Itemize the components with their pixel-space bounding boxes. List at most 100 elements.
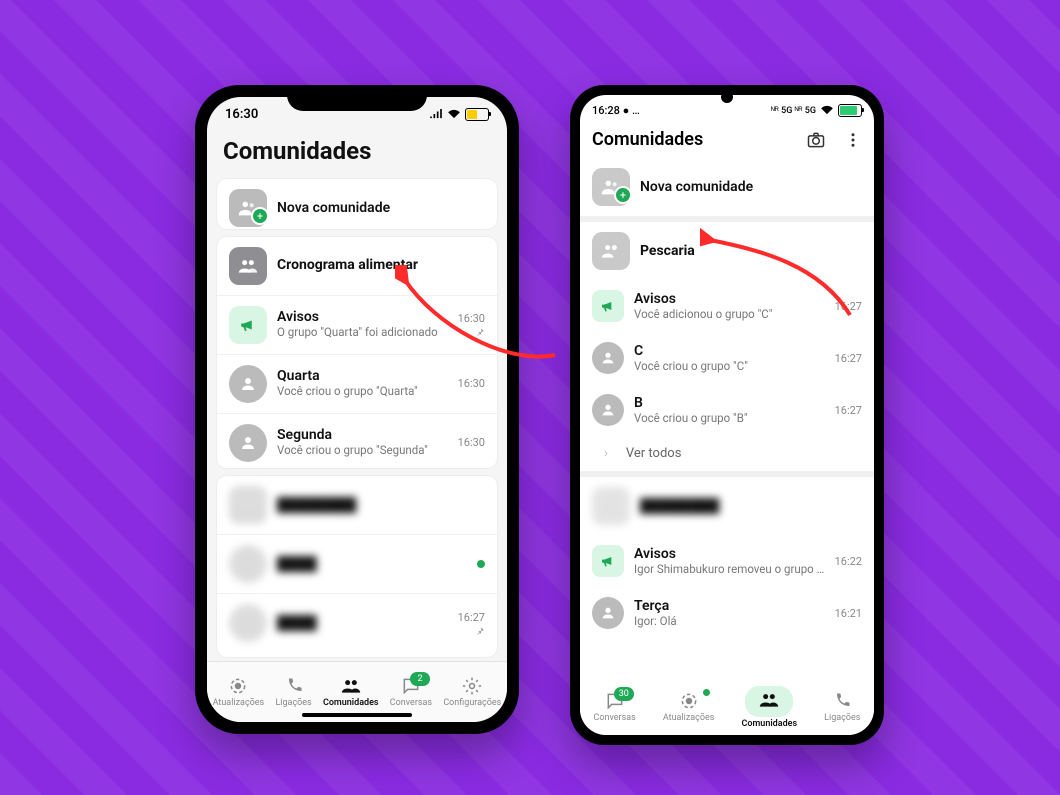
tab-updates[interactable]: Atualizações: [213, 676, 265, 708]
status-time: 16:30: [225, 107, 258, 122]
bottom-tab-bar: 30 Conversas Atualizações Comunidades: [580, 679, 874, 735]
tab-label: Atualizações: [663, 713, 715, 723]
unread-dot-icon: [477, 560, 485, 568]
row-title: B: [634, 395, 825, 412]
tab-settings[interactable]: Configurações: [443, 676, 501, 708]
phone-icon: [284, 676, 304, 696]
list-item[interactable]: ████ 16:27: [217, 593, 497, 652]
row-time: 16:30: [458, 377, 485, 390]
new-community-row[interactable]: + Nova comunidade: [580, 158, 874, 216]
community-header[interactable]: ████████: [217, 476, 497, 534]
row-sub: Você criou o grupo "Segunda": [277, 444, 448, 458]
tab-label: Configurações: [443, 698, 501, 708]
row-sub: O grupo "Quarta" foi adicionado: [277, 326, 448, 340]
group-avatar-icon: [229, 604, 267, 642]
row-sub: Você criou o grupo "Quarta": [277, 385, 448, 399]
community-avatar-icon: [592, 232, 630, 270]
row-time: 16:30: [458, 312, 485, 325]
redacted-text: ████: [277, 556, 467, 573]
tab-updates[interactable]: Atualizações: [663, 691, 715, 723]
redacted-text: ████: [277, 615, 448, 632]
community-card-redacted: ████████ Avisos Igor Shimabukuro removeu…: [580, 471, 874, 639]
show-all-button[interactable]: › Ver todos: [580, 436, 874, 471]
megaphone-icon: [592, 290, 624, 322]
list-item[interactable]: Avisos O grupo "Quarta" foi adicionado 1…: [217, 295, 497, 354]
list-item[interactable]: Avisos Igor Shimabukuro removeu o grupo …: [580, 535, 874, 587]
tab-label: Ligações: [275, 698, 311, 708]
page-title: Comunidades: [592, 129, 703, 150]
community-name: Cronograma alimentar: [277, 257, 485, 274]
row-time: 16:27: [835, 352, 862, 365]
app-top-bar: Comunidades: [580, 125, 874, 158]
pin-icon: [475, 626, 485, 636]
show-all-button[interactable]: Mostrar todos ›: [217, 652, 497, 657]
list-item[interactable]: B Você criou o grupo "B" 16:27: [580, 384, 874, 436]
battery-icon: [465, 108, 489, 121]
community-icon: [759, 690, 779, 710]
list-item[interactable]: Quarta Você criou o grupo "Quarta" 16:30: [217, 354, 497, 413]
row-time: 16:27: [458, 611, 485, 624]
plus-icon: +: [251, 207, 269, 225]
camera-icon[interactable]: [806, 130, 826, 150]
wifi-icon: [820, 105, 834, 115]
tab-communities[interactable]: Comunidades: [323, 676, 379, 708]
group-avatar-icon: [229, 545, 267, 583]
community-card-cronograma: Cronograma alimentar Avisos O grupo "Qua…: [217, 237, 497, 468]
list-item[interactable]: Terça Igor: Olá 16:21: [580, 587, 874, 639]
group-avatar-icon: [592, 394, 624, 426]
list-item[interactable]: C Você criou o grupo "C" 16:27: [580, 332, 874, 384]
row-time: 16:27: [835, 300, 862, 313]
tab-calls[interactable]: Ligações: [275, 676, 311, 708]
community-avatar-icon: [592, 487, 630, 525]
community-card-pescaria: Pescaria Avisos Você adicionou o grupo "…: [580, 216, 874, 471]
group-avatar-icon: [592, 342, 624, 374]
unread-dot-icon: [703, 689, 710, 696]
signal-icon: [429, 109, 443, 119]
tab-chats[interactable]: 2 Conversas: [390, 676, 432, 708]
more-icon[interactable]: [844, 131, 862, 149]
new-community-label: Nova comunidade: [640, 179, 862, 196]
list-item[interactable]: ████: [217, 534, 497, 593]
android-frame: 16:28 ● … ᴺᴿ 5G ᴺᴿ 5G Comunidades: [570, 85, 884, 745]
page-title: Comunidades: [207, 131, 507, 175]
community-header[interactable]: Pescaria: [580, 222, 874, 280]
status-icon: [679, 691, 699, 711]
row-title: Segunda: [277, 427, 448, 444]
community-avatar-icon: [229, 247, 267, 285]
tab-chats[interactable]: 30 Conversas: [594, 691, 636, 723]
megaphone-icon: [592, 545, 624, 577]
row-sub: Igor: Olá: [634, 615, 825, 629]
home-indicator: [302, 713, 412, 717]
redacted-text: ████████: [277, 497, 485, 514]
list-item[interactable]: Avisos Você adicionou o grupo "C" 16:27: [580, 280, 874, 332]
iphone-notch: [287, 85, 427, 111]
new-community-card[interactable]: + Nova comunidade: [217, 179, 497, 229]
row-sub: Você adicionou o grupo "C": [634, 308, 825, 322]
tab-calls[interactable]: Ligações: [824, 691, 860, 723]
tab-label: Conversas: [390, 698, 432, 708]
tab-label: Comunidades: [742, 719, 798, 729]
iphone-frame: 16:30 Comunidades + Nova comunidade: [195, 85, 519, 734]
row-title: Terça: [634, 598, 825, 615]
list-item[interactable]: Segunda Você criou o grupo "Segunda" 16:…: [217, 413, 497, 468]
community-icon: [341, 676, 361, 696]
punch-hole-camera: [721, 91, 733, 103]
chevron-right-icon: ›: [604, 446, 608, 461]
row-time: 16:27: [835, 404, 862, 417]
group-avatar-icon: [592, 597, 624, 629]
tab-communities[interactable]: Comunidades: [742, 686, 798, 729]
phone-icon: [832, 691, 852, 711]
megaphone-icon: [229, 306, 267, 344]
gear-icon: [462, 676, 482, 696]
row-title: Avisos: [634, 546, 825, 563]
row-title: Quarta: [277, 368, 448, 385]
row-sub: Você criou o grupo "B": [634, 412, 825, 426]
community-name: Pescaria: [640, 243, 862, 260]
tab-label: Ligações: [824, 713, 860, 723]
badge-count: 30: [614, 687, 634, 701]
community-card-redacted: ████████ ████ ████ 16:27 Mostrar tod: [217, 476, 497, 657]
community-header[interactable]: ████████: [580, 477, 874, 535]
community-header[interactable]: Cronograma alimentar: [217, 237, 497, 295]
badge-count: 2: [410, 672, 430, 686]
status-time: 16:28: [592, 104, 620, 117]
